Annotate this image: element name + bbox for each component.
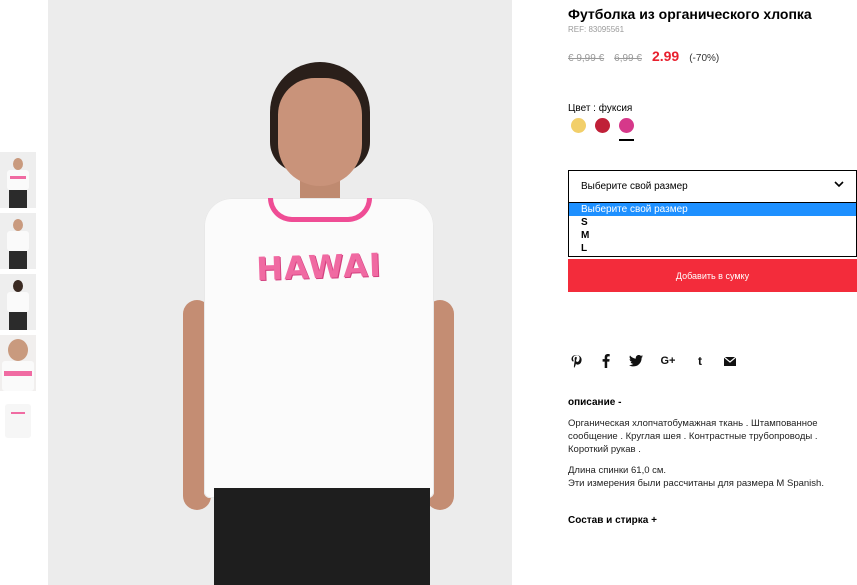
old-price-2: 6,99 € [614, 53, 642, 64]
email-icon[interactable] [723, 354, 737, 368]
facebook-icon[interactable] [599, 354, 613, 368]
thumb-shirt [7, 292, 29, 312]
thumb-figure [13, 219, 23, 231]
social-share: G+ t [569, 354, 737, 368]
color-swatch-yellow[interactable] [571, 118, 586, 133]
product-main-image[interactable]: HAWAI [48, 0, 512, 585]
model-face [278, 78, 362, 186]
twitter-icon[interactable] [629, 354, 643, 368]
color-swatch-red[interactable] [595, 118, 610, 133]
thumb-figure [13, 158, 23, 170]
product-ref: REF: 83095561 [568, 25, 625, 34]
price-row: € 9,99 € 6,99 € 2.99 (-70%) [568, 48, 719, 64]
thumb-pants [9, 251, 27, 269]
size-option-placeholder[interactable]: Выберите свой размер [569, 203, 856, 216]
color-swatches [571, 118, 634, 141]
measurement-info: Длина спинки 61,0 см. Эти измерения были… [568, 464, 848, 490]
thumb-shirt [7, 170, 29, 190]
add-to-bag-button[interactable]: Добавить в сумку [568, 259, 857, 292]
thumbnail-3[interactable] [0, 274, 36, 330]
size-option-m[interactable]: M [569, 229, 856, 242]
old-price-1: € 9,99 € [568, 53, 605, 64]
product-title: Футболка из органического хлопка [568, 6, 812, 22]
shirt-print: HAWAI [255, 245, 383, 289]
thumb-print [11, 412, 25, 414]
thumb-shirt [7, 231, 29, 251]
thumb-pants [9, 312, 27, 330]
thumbnail-2[interactable] [0, 213, 36, 269]
composition-care-toggle[interactable]: Состав и стирка + [568, 515, 657, 526]
tumblr-icon[interactable]: t [693, 354, 707, 368]
size-option-s[interactable]: S [569, 216, 856, 229]
thumb-print [4, 371, 32, 376]
model-pants [214, 488, 430, 585]
color-label: Цвет : фуксия [568, 103, 633, 114]
discount-badge: (-70%) [689, 53, 720, 64]
thumb-print [10, 176, 26, 179]
size-select[interactable]: Выберите свой размер [568, 170, 857, 203]
thumb-figure [13, 280, 23, 292]
shirt-collar [268, 198, 372, 222]
description-text: Органическая хлопчатобумажная ткань . Шт… [568, 418, 818, 455]
thumbnail-list [0, 152, 36, 457]
color-swatch-fuchsia[interactable] [619, 118, 634, 141]
thumb-figure [8, 339, 28, 361]
google-plus-icon[interactable]: G+ [659, 354, 677, 368]
model-shirt [204, 198, 434, 498]
thumbnail-4[interactable] [0, 335, 36, 391]
back-length: Длина спинки 61,0 см. [568, 465, 667, 476]
size-option-l[interactable]: L [569, 242, 856, 255]
thumbnail-5[interactable] [0, 396, 36, 452]
pinterest-icon[interactable] [569, 354, 583, 368]
thumbnail-1[interactable] [0, 152, 36, 208]
size-dropdown-list: Выберите свой размер S M L [568, 203, 857, 257]
size-select-value: Выберите свой размер [581, 181, 688, 192]
thumb-pants [9, 190, 27, 208]
thumb-shirt [2, 361, 34, 391]
current-price: 2.99 [651, 48, 680, 64]
thumb-shirt [5, 404, 31, 438]
chevron-down-icon [834, 181, 844, 188]
measurement-note: Эти измерения были рассчитаны для размер… [568, 478, 824, 489]
description-toggle[interactable]: описание - [568, 397, 621, 408]
